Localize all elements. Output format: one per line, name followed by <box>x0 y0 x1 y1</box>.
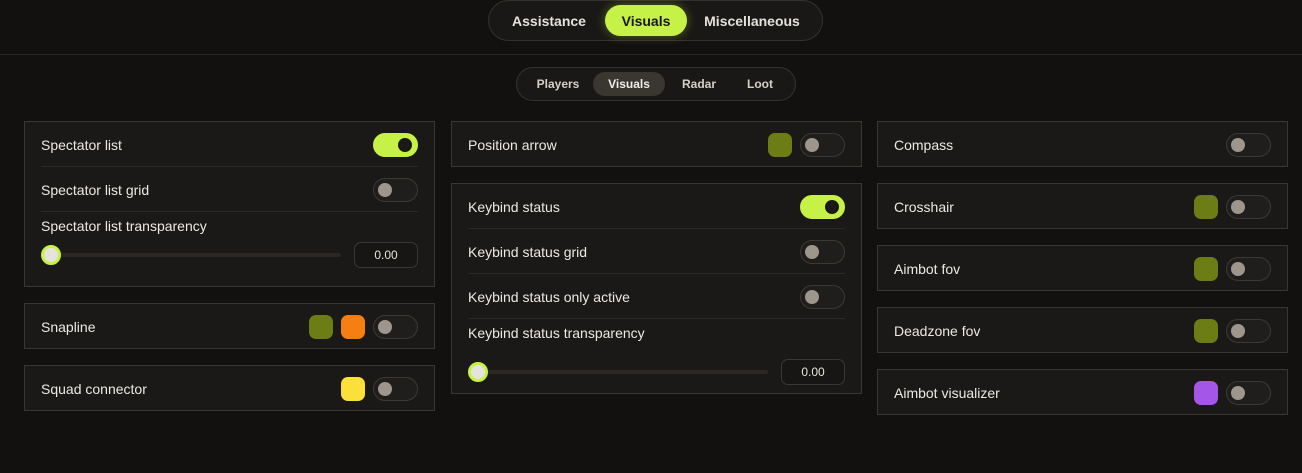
squad-connector-row: Squad connector <box>25 366 434 411</box>
spectator-list-transparency-slider-thumb[interactable] <box>41 245 61 265</box>
spectator-list-transparency-label: Spectator list transparency <box>41 218 207 234</box>
keybind-status-only-active-toggle[interactable] <box>800 284 845 309</box>
toggle-knob <box>378 319 392 334</box>
snapline-label: Snapline <box>41 318 96 335</box>
subtab-players[interactable]: Players <box>523 72 593 96</box>
aimbot-visualizer-row: Aimbot visualizer <box>878 370 1287 415</box>
crosshair-label: Crosshair <box>894 198 954 215</box>
keybind-status-grid-toggle[interactable] <box>800 239 845 264</box>
spectator-list-transparency-slider[interactable] <box>41 253 341 257</box>
crosshair-color-swatch[interactable] <box>1194 194 1218 219</box>
compass-row: Compass <box>878 122 1287 167</box>
keybind-status-grid-label: Keybind status grid <box>468 243 588 260</box>
keybind-status-label: Keybind status <box>468 198 560 215</box>
keybind-status-transparency-value[interactable]: 0.00 <box>781 359 845 385</box>
aimbot-fov-color-swatch[interactable] <box>1194 256 1218 281</box>
toggle-knob <box>805 137 819 152</box>
tab-visuals[interactable]: Visuals <box>605 5 687 36</box>
compass-toggle[interactable] <box>1226 132 1271 157</box>
toggle-knob <box>1231 199 1245 214</box>
deadzone-fov-row: Deadzone fov <box>878 308 1287 353</box>
position-arrow-card: Position arrow <box>451 121 862 167</box>
spectator-list-toggle[interactable] <box>373 132 418 157</box>
header-divider <box>0 54 1302 55</box>
squad-connector-toggle[interactable] <box>373 376 418 401</box>
aimbot-fov-card: Aimbot fov <box>877 245 1288 291</box>
toggle-knob <box>378 182 392 197</box>
squad-connector-card: Squad connector <box>24 365 435 411</box>
position-arrow-label: Position arrow <box>468 136 557 153</box>
toggle-knob <box>1231 261 1245 276</box>
spectator-list-card: Spectator list Spectator list grid Spect… <box>24 121 435 287</box>
deadzone-fov-label: Deadzone fov <box>894 322 981 339</box>
aimbot-fov-toggle[interactable] <box>1226 256 1271 281</box>
toggle-knob <box>805 289 819 304</box>
spectator-list-transparency-row: Spectator list transparency 0.00 <box>25 212 434 279</box>
keybind-status-grid-row: Keybind status grid <box>452 229 861 274</box>
position-arrow-color-swatch[interactable] <box>768 132 792 157</box>
aimbot-visualizer-toggle[interactable] <box>1226 380 1271 405</box>
spectator-list-grid-label: Spectator list grid <box>41 181 150 198</box>
keybind-status-transparency-slider[interactable] <box>468 370 768 374</box>
toggle-knob <box>805 244 819 259</box>
aimbot-fov-row: Aimbot fov <box>878 246 1287 291</box>
toggle-knob <box>1231 323 1245 338</box>
subtab-visuals[interactable]: Visuals <box>593 72 665 96</box>
crosshair-row: Crosshair <box>878 184 1287 229</box>
keybind-status-transparency-row: Keybind status transparency 0.00 <box>452 319 861 386</box>
position-arrow-row: Position arrow <box>452 122 861 167</box>
toggle-knob <box>1231 137 1245 152</box>
toggle-knob <box>1231 385 1245 400</box>
sub-tab-bar: Players Visuals Radar Loot <box>516 67 796 101</box>
squad-connector-color-swatch[interactable] <box>341 376 365 401</box>
crosshair-toggle[interactable] <box>1226 194 1271 219</box>
deadzone-fov-toggle[interactable] <box>1226 318 1271 343</box>
keybind-status-card: Keybind status Keybind status grid Keybi… <box>451 183 862 394</box>
spectator-list-grid-toggle[interactable] <box>373 177 418 202</box>
crosshair-card: Crosshair <box>877 183 1288 229</box>
snapline-row: Snapline <box>25 304 434 349</box>
snapline-color-swatch-2[interactable] <box>341 314 365 339</box>
tab-miscellaneous[interactable]: Miscellaneous <box>687 5 817 36</box>
subtab-loot[interactable]: Loot <box>733 72 787 96</box>
toggle-knob <box>398 137 412 152</box>
deadzone-fov-card: Deadzone fov <box>877 307 1288 353</box>
aimbot-visualizer-card: Aimbot visualizer <box>877 369 1288 415</box>
keybind-status-row: Keybind status <box>452 184 861 229</box>
snapline-card: Snapline <box>24 303 435 349</box>
spectator-list-row: Spectator list <box>25 122 434 167</box>
deadzone-fov-color-swatch[interactable] <box>1194 318 1218 343</box>
keybind-status-only-active-label: Keybind status only active <box>468 288 630 305</box>
subtab-radar[interactable]: Radar <box>665 72 733 96</box>
snapline-toggle[interactable] <box>373 314 418 339</box>
keybind-status-only-active-row: Keybind status only active <box>452 274 861 319</box>
spectator-list-transparency-value[interactable]: 0.00 <box>354 242 418 268</box>
squad-connector-label: Squad connector <box>41 380 147 397</box>
keybind-status-toggle[interactable] <box>800 194 845 219</box>
aimbot-fov-label: Aimbot fov <box>894 260 961 277</box>
aimbot-visualizer-label: Aimbot visualizer <box>894 384 1000 401</box>
keybind-status-transparency-slider-thumb[interactable] <box>468 362 488 382</box>
compass-card: Compass <box>877 121 1288 167</box>
spectator-list-grid-row: Spectator list grid <box>25 167 434 212</box>
aimbot-visualizer-color-swatch[interactable] <box>1194 380 1218 405</box>
position-arrow-toggle[interactable] <box>800 132 845 157</box>
tab-assistance[interactable]: Assistance <box>493 5 605 36</box>
main-tab-bar: Assistance Visuals Miscellaneous <box>488 0 823 41</box>
toggle-knob <box>378 381 392 396</box>
compass-label: Compass <box>894 136 954 153</box>
keybind-status-transparency-label: Keybind status transparency <box>468 325 645 341</box>
spectator-list-label: Spectator list <box>41 136 122 153</box>
toggle-knob <box>825 199 839 214</box>
snapline-color-swatch-1[interactable] <box>309 314 333 339</box>
